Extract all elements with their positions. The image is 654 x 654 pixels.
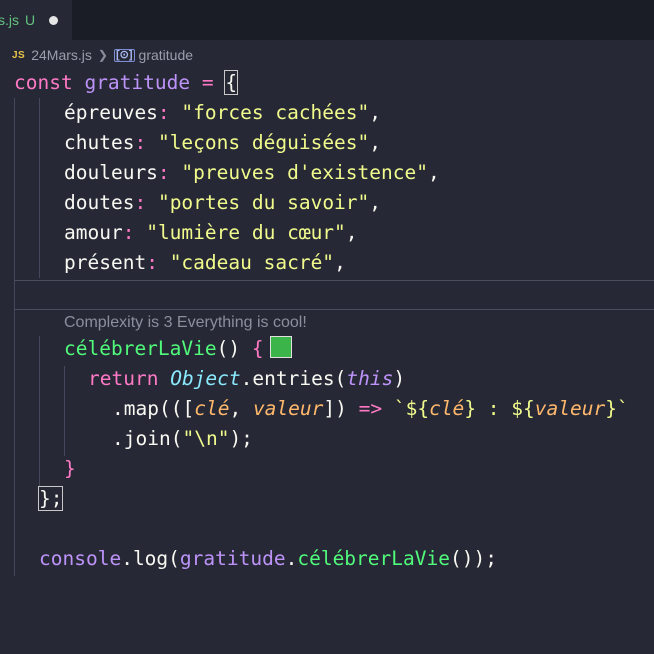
string-value: "forces cachées": [181, 101, 370, 124]
colon: :: [122, 221, 135, 244]
comma: ,: [369, 191, 382, 214]
brackets: (([: [158, 397, 195, 420]
brace: };: [37, 486, 64, 511]
indent-guide: [39, 98, 40, 278]
template-param: valeur: [534, 397, 606, 420]
codelens-complexity[interactable]: Complexity is 3 Everything is cool!: [64, 312, 307, 334]
color-swatch-icon[interactable]: [269, 336, 292, 358]
function-name: log: [132, 547, 169, 570]
tab-current-file[interactable]: s.js U: [0, 0, 72, 40]
comma: ,: [229, 397, 253, 420]
property-key: amour: [64, 221, 123, 244]
colon: :: [146, 251, 158, 274]
code-line-map[interactable]: .map(([clé, valeur]) => `${clé} : ${vale…: [112, 394, 629, 424]
template-param: clé: [429, 397, 465, 420]
paren: (: [334, 367, 347, 390]
paren: );: [229, 427, 253, 450]
code-line-return[interactable]: return Object.entries(this): [88, 364, 405, 394]
this-keyword: this: [346, 367, 394, 390]
class-name: Object: [170, 367, 241, 390]
dot: .: [121, 547, 133, 570]
code-line-console[interactable]: console.log(gratitude.célébrerLaVie());: [39, 544, 497, 574]
code-line-close-object[interactable]: };: [37, 484, 64, 514]
brackets: ]): [323, 397, 347, 420]
paren: ): [393, 367, 406, 390]
dot: .: [112, 397, 124, 420]
param: valeur: [252, 397, 324, 420]
function-name: join: [123, 427, 171, 450]
dot: .: [285, 547, 298, 570]
colon: :: [157, 161, 170, 184]
comma: ,: [427, 161, 440, 184]
code-line-7[interactable]: présent: "cadeau sacré",: [64, 248, 346, 278]
property-key: épreuves: [64, 101, 158, 124]
code-line-4[interactable]: douleurs: "preuves d'existence",: [64, 158, 440, 188]
param: clé: [194, 397, 230, 420]
colon: :: [134, 191, 147, 214]
template-part: }`: [605, 397, 629, 420]
brace: {: [251, 337, 264, 360]
property-key: douleurs: [64, 161, 158, 184]
code-line-close-method[interactable]: }: [64, 454, 76, 484]
code-line-5[interactable]: doutes: "portes du savoir",: [64, 188, 381, 218]
current-line-highlight: [14, 280, 654, 310]
indent-guide: [64, 366, 65, 456]
indent-guide: [39, 336, 40, 486]
tab-filename: s.js: [0, 12, 19, 28]
paren: ());: [449, 547, 497, 570]
variable-name: gratitude: [179, 547, 286, 570]
variable-name: gratitude: [84, 71, 191, 94]
brace: {: [224, 70, 239, 95]
function-name: entries: [252, 367, 335, 390]
unsaved-dot-icon[interactable]: [49, 15, 59, 25]
comma: ,: [345, 221, 358, 244]
string-value: "cadeau sacré": [169, 251, 335, 274]
keyword: const: [14, 71, 73, 94]
keyword: return: [88, 367, 159, 390]
tab-bar: s.js U: [0, 0, 654, 40]
paren: (: [168, 547, 180, 570]
code-line-6[interactable]: amour: "lumière du cœur",: [64, 218, 358, 248]
comma: ,: [369, 101, 382, 124]
parens: (): [216, 337, 241, 360]
operator: =: [201, 71, 214, 94]
paren: (: [170, 427, 183, 450]
code-line-1[interactable]: const gratitude = {: [14, 68, 239, 98]
method-call: célébrerLaVie: [297, 547, 450, 570]
string-value: "preuves d'existence": [181, 161, 428, 184]
code-line-method[interactable]: célébrerLaVie() {: [64, 334, 292, 364]
comma: ,: [369, 131, 382, 154]
tab-git-status: U: [25, 12, 36, 28]
code-line-2[interactable]: épreuves: "forces cachées",: [64, 98, 381, 128]
dot: .: [112, 427, 124, 450]
string-value: "portes du savoir": [157, 191, 370, 214]
string-value: "leçons déguisées": [157, 131, 370, 154]
code-line-join[interactable]: .join("\n");: [112, 424, 253, 454]
template-part: `${: [393, 397, 430, 420]
breadcrumb-file[interactable]: 24Mars.js: [31, 47, 92, 63]
variable-symbol-icon: [⊙]: [113, 48, 135, 62]
string-value: "\n": [182, 427, 230, 450]
template-part: } : ${: [464, 397, 535, 420]
javascript-file-icon: JS: [12, 49, 26, 61]
breadcrumb-symbol[interactable]: gratitude: [139, 47, 193, 63]
object-name: console: [39, 547, 122, 570]
chevron-right-icon: ❯: [97, 48, 108, 62]
code-line-3[interactable]: chutes: "leçons déguisées",: [64, 128, 381, 158]
breadcrumb: JS 24Mars.js ❯ [⊙] gratitude: [0, 44, 654, 66]
property-key: présent: [64, 251, 147, 274]
property-key: chutes: [64, 131, 135, 154]
comma: ,: [334, 251, 346, 274]
colon: :: [134, 131, 147, 154]
dot: .: [240, 367, 253, 390]
colon: :: [157, 101, 170, 124]
method-name: célébrerLaVie: [64, 337, 217, 360]
arrow: =>: [346, 397, 394, 420]
string-value: "lumière du cœur": [146, 221, 346, 244]
function-name: map: [123, 397, 159, 420]
brace: }: [64, 457, 76, 480]
indent-guide: [14, 98, 15, 576]
property-key: doutes: [64, 191, 135, 214]
